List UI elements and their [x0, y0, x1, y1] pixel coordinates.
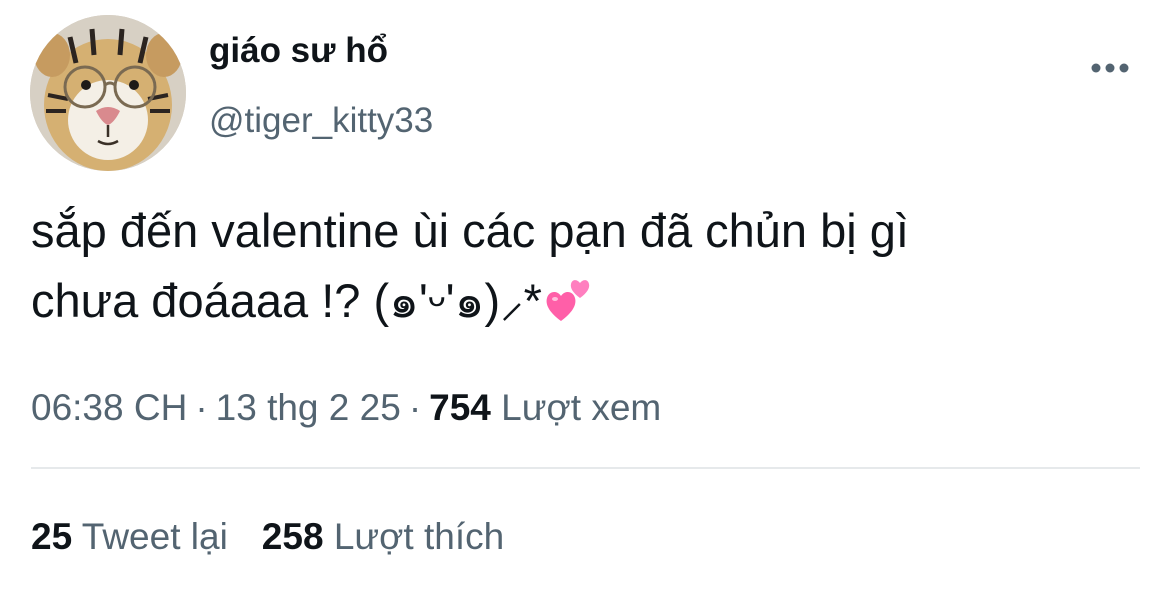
likes-label: Lượt thích	[333, 516, 505, 557]
views-label: Lượt xem	[501, 387, 662, 428]
tweet-text-line-1: sắp đến valentine ùi các pạn đã chủn bị …	[31, 204, 909, 257]
more-dots-icon	[1091, 63, 1129, 73]
tweet-text-line-2: chưa đoáaaa !? (๑'ᵕ'๑)⸝*	[31, 266, 1141, 342]
more-options-button[interactable]	[1082, 50, 1138, 86]
likes-stat[interactable]: 258 Lượt thích	[262, 515, 504, 559]
retweets-count: 25	[31, 516, 73, 557]
author-display-name[interactable]: giáo sư hổ	[209, 30, 388, 72]
tweet-text-line-2-text: chưa đoáaaa !? (๑'ᵕ'๑)⸝*	[31, 274, 542, 327]
tweet-text: sắp đến valentine ùi các pạn đã chủn bị …	[31, 196, 1141, 342]
tweet-meta: 06:38 CH · 13 thg 2 25 · 754 Lượt xem	[31, 386, 661, 430]
divider	[31, 467, 1140, 469]
tweet-time[interactable]: 06:38 CH	[31, 387, 187, 428]
author-handle[interactable]: @tiger_kitty33	[209, 100, 433, 142]
retweets-stat[interactable]: 25 Tweet lại	[31, 515, 228, 559]
avatar[interactable]	[30, 15, 186, 171]
retweets-label: Tweet lại	[81, 516, 228, 557]
tweet-stats: 25 Tweet lại 258 Lượt thích	[31, 515, 504, 559]
meta-separator: ·	[408, 387, 422, 428]
tiger-with-glasses-avatar-icon	[30, 15, 186, 171]
likes-count: 258	[261, 516, 324, 557]
tweet-date[interactable]: 13 thg 2 25	[216, 387, 401, 428]
two-hearts-icon	[544, 272, 592, 342]
views-count: 754	[429, 387, 491, 428]
meta-separator: ·	[195, 387, 208, 428]
